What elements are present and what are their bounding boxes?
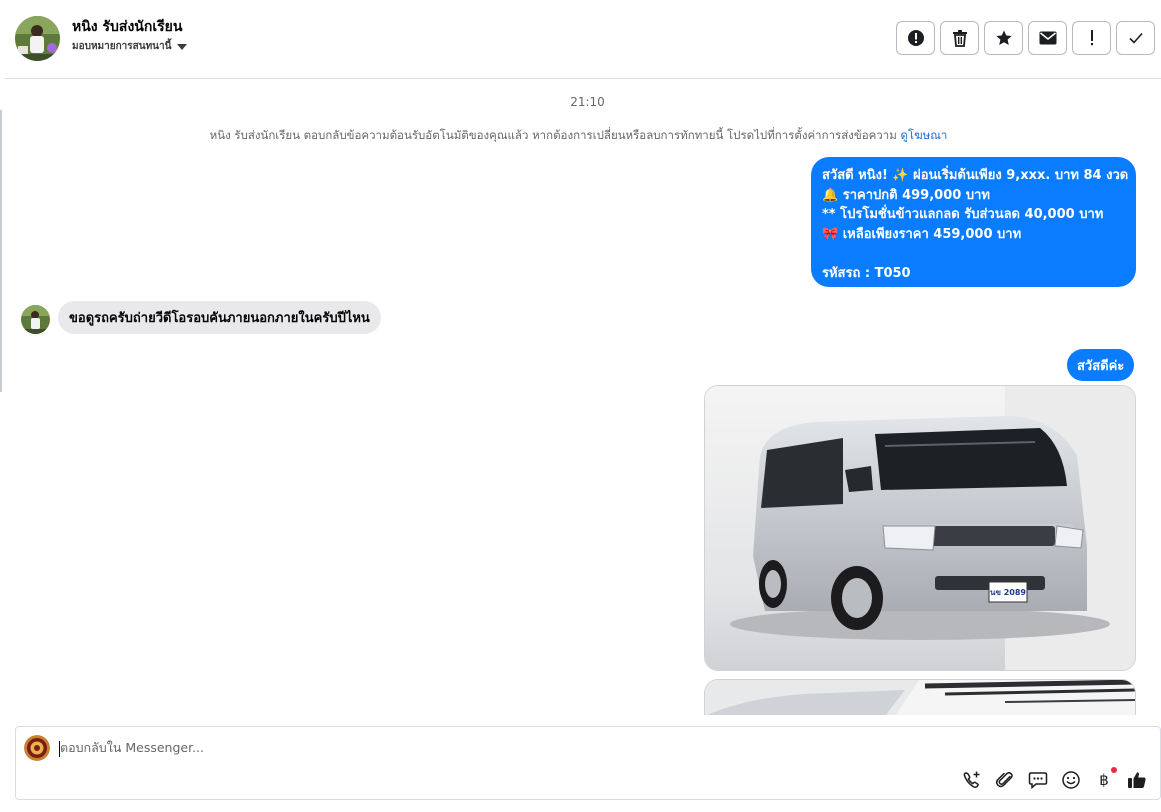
star-button[interactable] [984,21,1023,55]
mark-unread-button[interactable] [1028,21,1067,55]
mark-done-button[interactable] [1116,21,1155,55]
attach-icon [995,771,1013,788]
payment-icon: ฿ [1099,771,1109,789]
notice-text: หนิง รับส่งนักเรียน ตอบกลับข้อความต้อนรั… [209,128,897,142]
message-line: 🔔 ราคาปกติ 499,000 บาท [822,187,990,203]
auto-reply-notice: หนิง รับส่งนักเรียน ตอบกลับข้อความต้อนรั… [0,127,1157,145]
message-line: 🎀 เหลือเพียงราคา 459,000 บาท [822,226,1022,242]
trash-icon [952,30,967,47]
license-plate-text: นข 2089 [990,588,1026,597]
assign-conversation-dropdown[interactable]: มอบหมายการสนทนานี้ [72,39,188,54]
van-photo-attachment[interactable]: นข 2089 [704,385,1136,671]
message-line [822,244,1126,264]
assign-label: มอบหมายการสนทนานี้ [72,41,172,52]
like-button[interactable] [1126,769,1148,791]
attach-file-button[interactable] [994,769,1016,791]
message-line: ** โปรโมชั่นข้าวแลกลด รับส่วนลด 40,000 บ… [822,207,1104,222]
emoji-icon [1062,771,1080,789]
like-icon [1128,772,1146,788]
van-photo-attachment-2[interactable] [704,679,1136,715]
scroll-divider [0,110,2,392]
report-spam-icon [907,30,924,46]
envelope-icon [1039,31,1056,45]
message-line: สวัสดี หนิง! ✨ ผ่อนเริ่มต้นเพียง 9,xxx. … [822,168,1129,183]
message-timestamp: 21:10 [570,95,605,109]
contact-name[interactable]: หนิง รับส่งนักเรียน [72,16,182,38]
outgoing-greeting-message[interactable]: สวัสดีค่ะ [1067,349,1135,381]
saved-replies-button[interactable] [1027,769,1049,791]
conversation-header: หนิง รับส่งนักเรียน มอบหมายการสนทนานี้ [5,0,1161,79]
chevron-down-icon [177,43,188,50]
contact-avatar[interactable] [15,16,60,61]
page-avatar [24,735,50,761]
sender-avatar[interactable] [21,305,50,334]
message-line: รหัสรถ : T050 [822,265,911,281]
mark-spam-button[interactable] [896,21,935,55]
follow-up-button[interactable] [1072,21,1111,55]
notification-dot [1111,767,1117,773]
add-call-icon [963,771,980,788]
outgoing-promo-message[interactable]: สวัสดี หนิง! ✨ ผ่อนเริ่มต้นเพียง 9,xxx. … [811,157,1136,287]
composer-actions: ฿ [961,767,1148,791]
payment-button[interactable]: ฿ [1093,767,1117,791]
incoming-message[interactable]: ขอดูรถครับถ่ายวีดีโอรอบคันภายนอกภายในครั… [58,301,381,334]
messenger-inbox: หนิง รับส่งนักเรียน มอบหมายการสนทนานี้ 2… [0,0,1161,812]
add-call-button[interactable] [961,769,983,791]
star-icon [995,30,1012,45]
saved-replies-icon [1028,772,1048,790]
emoji-button[interactable] [1060,769,1082,791]
view-ad-link[interactable]: ดูโฆษณา [900,128,947,142]
checkmark-icon [1128,32,1143,44]
reply-composer: ฿ [15,726,1161,800]
conversation-toolbar [896,21,1155,55]
exclamation-icon [1090,30,1093,46]
reply-input[interactable] [60,740,960,755]
delete-button[interactable] [940,21,979,55]
